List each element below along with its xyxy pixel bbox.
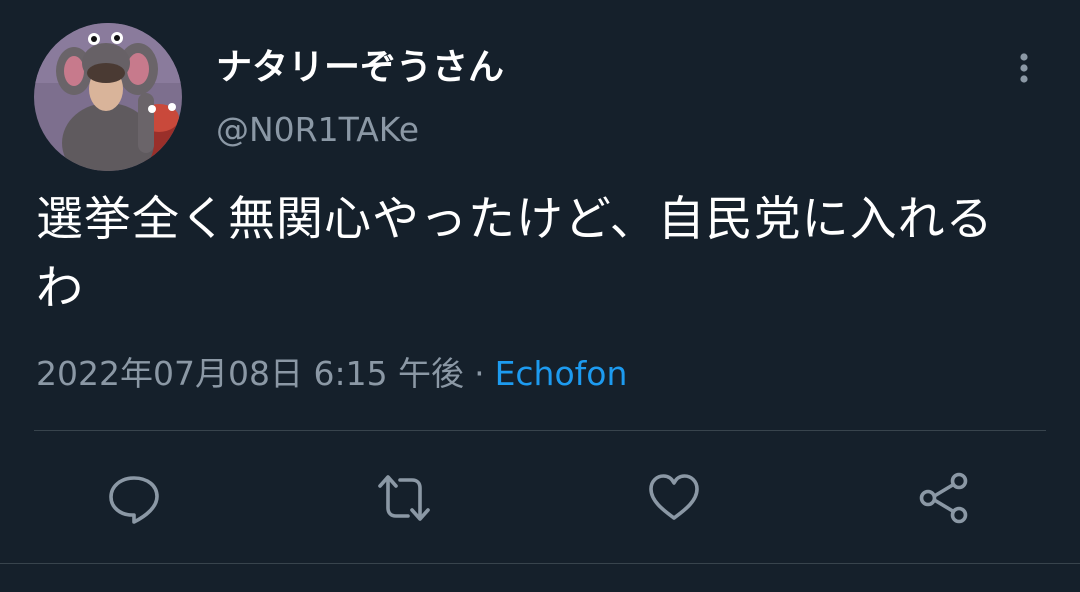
tweet-text: 選挙全く無関心やったけど、自民党に入れるわ xyxy=(36,192,994,316)
share-button[interactable] xyxy=(916,470,972,526)
author-display-name[interactable]: ナタリーぞうさん xyxy=(216,44,504,92)
more-vertical-icon xyxy=(1020,53,1028,83)
like-button[interactable] xyxy=(646,470,702,526)
divider-bottom xyxy=(0,563,1080,564)
reply-button[interactable] xyxy=(106,470,162,526)
heart-icon xyxy=(649,474,699,520)
tweet-detail: ナタリーぞうさん @N0R1TAKe 選挙全く無関心やったけど、自民党に入れるわ… xyxy=(0,0,1080,592)
retweet-icon xyxy=(378,475,430,521)
retweet-button[interactable] xyxy=(376,470,432,526)
tweet-source-link[interactable]: Echofon xyxy=(495,354,628,393)
divider xyxy=(34,430,1046,431)
author-handle[interactable]: @N0R1TAKe xyxy=(216,108,419,152)
meta-separator: · xyxy=(474,354,485,393)
tweet-timestamp[interactable]: 2022年07月08日 6:15 午後 xyxy=(36,354,464,393)
share-icon xyxy=(919,472,968,524)
reply-icon xyxy=(109,476,159,524)
avatar-image xyxy=(34,23,182,171)
avatar[interactable] xyxy=(34,23,182,171)
more-options-button[interactable] xyxy=(1004,48,1044,88)
tweet-meta: 2022年07月08日 6:15 午後 · Echofon xyxy=(36,350,627,398)
